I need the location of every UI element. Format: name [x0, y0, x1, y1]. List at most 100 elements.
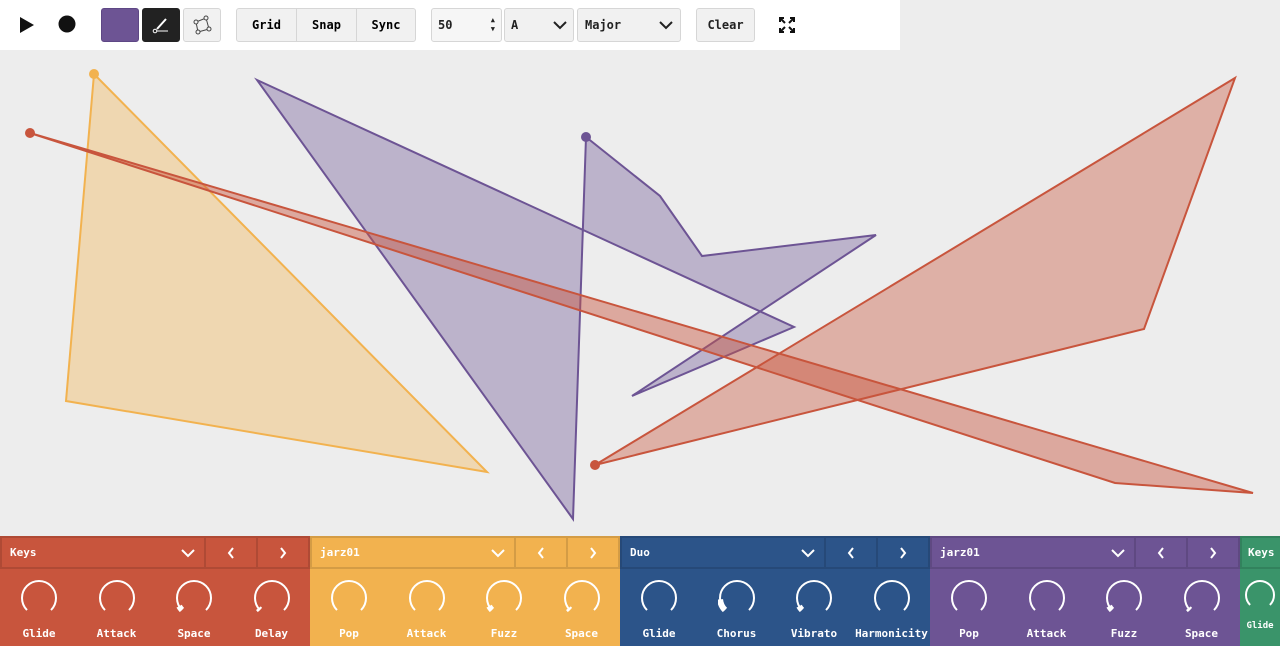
knob-label: Chorus: [716, 627, 757, 640]
knob-space[interactable]: Space: [155, 579, 233, 640]
instrument-name: Duo: [630, 546, 650, 559]
knob-label: Space: [564, 627, 599, 640]
knob-label: Fuzz: [490, 627, 518, 640]
shape-handle[interactable]: [581, 132, 591, 142]
knob-harmonicity[interactable]: Harmonicity: [853, 579, 931, 640]
key-select[interactable]: A: [504, 8, 574, 42]
prev-button[interactable]: [516, 538, 568, 567]
knob-dial[interactable]: [485, 579, 523, 617]
knob-label: Pop: [959, 627, 979, 640]
snap-toggle[interactable]: Snap: [297, 9, 357, 41]
knob-dial[interactable]: [330, 579, 368, 617]
knob-dial[interactable]: [253, 579, 291, 617]
knob-attack[interactable]: Attack: [78, 579, 156, 640]
knob-dial[interactable]: [175, 579, 213, 617]
knob-attack[interactable]: Attack: [1008, 579, 1086, 640]
sync-toggle[interactable]: Sync: [357, 9, 415, 41]
instrument-name: Keys: [1248, 546, 1275, 559]
knob-fuzz[interactable]: Fuzz: [1085, 579, 1163, 640]
instrument-select[interactable]: Keys: [0, 538, 206, 567]
instrument-select[interactable]: jarz01: [310, 538, 516, 567]
fullscreen-icon: [779, 17, 795, 33]
prev-button[interactable]: [206, 538, 258, 567]
instrument-select[interactable]: Keys: [1240, 538, 1280, 567]
play-button[interactable]: [10, 10, 40, 40]
draw-tool-button[interactable]: [142, 8, 180, 42]
panel-header: Duo: [620, 536, 930, 569]
knob-fuzz[interactable]: Fuzz: [465, 579, 543, 640]
knob-dial[interactable]: [1244, 579, 1276, 611]
prev-button[interactable]: [826, 538, 878, 567]
instrument-panel: jarz01 Pop Attack Fuzz Space: [930, 536, 1240, 646]
fullscreen-button[interactable]: [777, 15, 797, 35]
knob-pop[interactable]: Pop: [930, 579, 1008, 640]
grid-toggle[interactable]: Grid: [237, 9, 297, 41]
clear-button[interactable]: Clear: [696, 8, 755, 42]
chevron-right-icon: [280, 546, 287, 559]
play-icon: [20, 17, 34, 33]
knob-label: Glide: [1246, 621, 1274, 631]
tempo-input[interactable]: 50 ▲ ▼: [431, 8, 502, 42]
knob-space[interactable]: Space: [543, 579, 621, 640]
knob-dial[interactable]: [408, 579, 446, 617]
instrument-name: jarz01: [320, 546, 360, 559]
chevron-right-icon: [1210, 546, 1217, 559]
knob-dial[interactable]: [98, 579, 136, 617]
knob-label: Delay: [254, 627, 289, 640]
instrument-select[interactable]: jarz01: [930, 538, 1136, 567]
knob-dial[interactable]: [717, 579, 756, 617]
scale-select[interactable]: Major: [577, 8, 681, 42]
knob-dial[interactable]: [640, 579, 678, 617]
knob-glide[interactable]: Glide: [0, 579, 78, 640]
instrument-panel: Keys Glide: [1240, 536, 1280, 646]
knob-dial[interactable]: [1183, 579, 1221, 617]
polygon-icon: [193, 15, 212, 35]
next-button[interactable]: [878, 538, 930, 567]
knob-dial[interactable]: [950, 579, 988, 617]
knob-dial[interactable]: [1028, 579, 1066, 617]
scale-value: Major: [585, 18, 622, 32]
panel-header: Keys: [1240, 536, 1280, 569]
knob-glide[interactable]: Glide: [1240, 579, 1280, 631]
shape-handle[interactable]: [590, 460, 600, 470]
instrument-panel: jarz01 Pop Attack Fuzz Space: [310, 536, 620, 646]
instrument-select[interactable]: Duo: [620, 538, 826, 567]
shape-handle[interactable]: [89, 69, 99, 79]
chevron-left-icon: [227, 546, 234, 559]
drawing-canvas[interactable]: [0, 50, 1280, 536]
knob-label: Attack: [406, 627, 447, 640]
color-picker-button[interactable]: [101, 8, 139, 42]
knob-label: Space: [1184, 627, 1219, 640]
next-button[interactable]: [568, 538, 620, 567]
record-button[interactable]: [52, 10, 82, 40]
chevron-left-icon: [537, 546, 544, 559]
knob-dial[interactable]: [1105, 579, 1143, 617]
knob-attack[interactable]: Attack: [388, 579, 466, 640]
knob-delay[interactable]: Delay: [233, 579, 311, 640]
chevron-down-icon: [181, 548, 195, 557]
knob-label: Space: [177, 627, 211, 640]
knob-dial[interactable]: [20, 579, 58, 617]
chevron-left-icon: [1157, 546, 1164, 559]
knob-pop[interactable]: Pop: [310, 579, 388, 640]
knob-dial[interactable]: [873, 579, 911, 617]
knob-glide[interactable]: Glide: [620, 579, 698, 640]
polygon-tool-button[interactable]: [183, 8, 221, 42]
prev-button[interactable]: [1136, 538, 1188, 567]
panel-header: Keys: [0, 536, 310, 569]
chevron-down-icon: [801, 548, 815, 557]
toggle-group: Grid Snap Sync: [236, 8, 416, 42]
chevron-right-icon: [900, 546, 907, 559]
knob-dial[interactable]: [795, 579, 833, 617]
tempo-value: 50: [438, 18, 453, 32]
next-button[interactable]: [258, 538, 310, 567]
knob-space[interactable]: Space: [1163, 579, 1241, 640]
panel-header: jarz01: [310, 536, 620, 569]
stepper-icon[interactable]: ▲ ▼: [491, 16, 495, 34]
shape-handle[interactable]: [25, 128, 35, 138]
knob-label: Vibrato: [790, 627, 838, 640]
knob-vibrato[interactable]: Vibrato: [775, 579, 853, 640]
knob-dial[interactable]: [563, 579, 601, 617]
next-button[interactable]: [1188, 538, 1240, 567]
knob-chorus[interactable]: Chorus: [698, 579, 776, 640]
